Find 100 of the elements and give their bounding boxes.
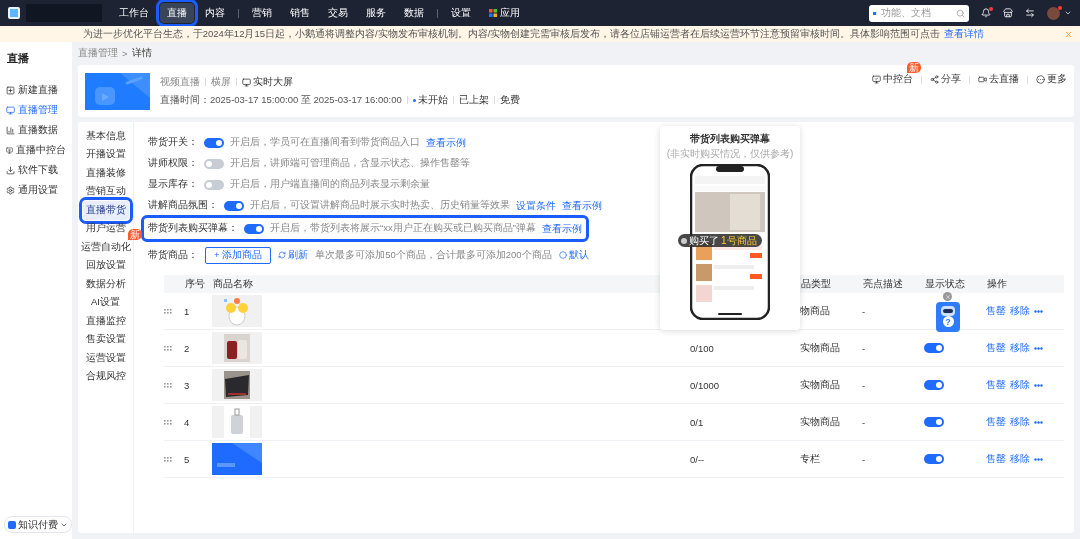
- setting-label: 带货商品：: [148, 248, 198, 262]
- nav-tab[interactable]: 设置: [444, 3, 478, 23]
- goods-hint: 单次最多可添加50个商品，合计最多可添加200个商品: [315, 248, 552, 262]
- chevron-down-icon[interactable]: [1064, 9, 1072, 17]
- nav-tab[interactable]: 数据: [397, 3, 431, 23]
- subnav-item[interactable]: 回放设置: [82, 256, 129, 275]
- more-icon[interactable]: [1034, 457, 1043, 461]
- toggle-switch[interactable]: [924, 454, 944, 464]
- toggle-switch[interactable]: [924, 417, 944, 427]
- table-cell-text: 实物商品: [800, 341, 841, 355]
- store-icon[interactable]: [1003, 8, 1013, 18]
- swap-icon[interactable]: [1025, 8, 1035, 18]
- toast-product: 1号商品: [721, 233, 757, 248]
- toggle-switch[interactable]: [204, 179, 224, 190]
- header-action[interactable]: 更多: [1036, 73, 1067, 86]
- row-action-link[interactable]: 移除: [1010, 378, 1030, 392]
- refresh-link[interactable]: 刷新: [278, 248, 309, 262]
- live-screen-link[interactable]: 实时大屏: [242, 75, 293, 89]
- toggle-switch[interactable]: [224, 200, 244, 211]
- bell-icon[interactable]: [981, 8, 991, 18]
- row-action-link[interactable]: 移除: [1010, 452, 1030, 466]
- nav-tab[interactable]: 服务: [359, 3, 393, 23]
- toggle-switch[interactable]: [244, 223, 264, 234]
- row-action-link[interactable]: 售罄: [986, 415, 1006, 429]
- sidebar-item[interactable]: 直播中控台: [0, 140, 72, 160]
- subnav-item[interactable]: 数据分析: [82, 275, 129, 294]
- breadcrumb-separator: >: [122, 47, 128, 59]
- nav-tab[interactable]: 交易: [321, 3, 355, 23]
- live-type: 视频直播: [160, 75, 200, 89]
- nav-tab[interactable]: 内容: [198, 3, 232, 23]
- plus-square-icon: [6, 85, 15, 95]
- drag-handle-icon[interactable]: [164, 419, 172, 425]
- sidebar-item[interactable]: 直播管理: [0, 100, 72, 120]
- toggle-switch[interactable]: [924, 380, 944, 390]
- subnav-item[interactable]: 开播设置: [82, 145, 129, 164]
- default-link[interactable]: 默认: [558, 248, 589, 262]
- sidebar-item[interactable]: 通用设置: [0, 180, 72, 200]
- header-action[interactable]: 去直播: [978, 73, 1019, 86]
- subnav-item[interactable]: 营销互动: [82, 182, 129, 201]
- setting-description: 开启后，用户端直播间的商品列表显示剩余量: [230, 178, 430, 191]
- setting-description: 开启后，可设置讲解商品时展示实时热卖、历史销量等效果: [250, 199, 510, 212]
- circle-icon: [558, 251, 567, 259]
- more-icon[interactable]: [1034, 309, 1043, 313]
- header-action[interactable]: 分享: [930, 73, 961, 86]
- nav-tab[interactable]: 工作台: [112, 3, 156, 23]
- example-link[interactable]: 查看示例: [541, 221, 582, 236]
- table-cell-text: 物商品: [800, 304, 831, 318]
- product-switcher[interactable]: 知识付费: [4, 516, 72, 533]
- toggle-switch[interactable]: [204, 137, 224, 148]
- row-action-link[interactable]: 售罄: [986, 378, 1006, 392]
- more-icon[interactable]: [1034, 420, 1043, 424]
- monitor-icon: [242, 77, 251, 87]
- toggle-switch[interactable]: [204, 158, 224, 169]
- column-header: 商品名称: [212, 277, 254, 291]
- column-header: 序号: [184, 277, 206, 291]
- nav-tab[interactable]: 应用: [482, 3, 527, 23]
- subnav-item[interactable]: 运营设置: [82, 349, 129, 368]
- add-goods-button[interactable]: + 添加商品: [205, 246, 272, 264]
- sidebar-item[interactable]: 直播数据: [0, 120, 72, 140]
- subnav-item[interactable]: 售卖设置: [82, 330, 129, 349]
- preview-title: 带货列表购买弹幕: [690, 132, 770, 146]
- sidebar-item[interactable]: 软件下载: [0, 160, 72, 180]
- help-assistant-button[interactable]: ?: [936, 302, 960, 332]
- row-action-link[interactable]: 售罄: [986, 341, 1006, 355]
- breadcrumb-item: 详情: [131, 46, 152, 60]
- subnav-item[interactable]: 基本信息: [82, 127, 129, 146]
- subnav-item[interactable]: 合规风控: [82, 367, 129, 386]
- row-action-link[interactable]: 移除: [1010, 304, 1030, 318]
- drag-handle-icon[interactable]: [164, 456, 172, 462]
- example-link[interactable]: 查看示例: [562, 198, 602, 213]
- drag-handle-icon[interactable]: [164, 308, 172, 314]
- subnav-item[interactable]: 直播装修: [82, 164, 129, 183]
- toast-text: 购买了: [689, 233, 719, 248]
- avatar[interactable]: [1047, 6, 1060, 20]
- drag-handle-icon[interactable]: [164, 345, 172, 351]
- header-action[interactable]: 中控台: [872, 73, 913, 86]
- details-link[interactable]: 查看详情: [944, 27, 985, 41]
- example-link[interactable]: 设置条件: [516, 198, 556, 213]
- logo-icon: [8, 520, 16, 529]
- subnav-item[interactable]: AI设置: [88, 293, 123, 312]
- row-action-link[interactable]: 售罄: [986, 452, 1006, 466]
- example-link[interactable]: 查看示例: [426, 135, 466, 150]
- more-icon[interactable]: [1034, 346, 1043, 350]
- toggle-switch[interactable]: [924, 343, 944, 353]
- subnav-item[interactable]: 用户运营: [82, 219, 129, 238]
- row-action-link[interactable]: 移除: [1010, 341, 1030, 355]
- row-action-link[interactable]: 移除: [1010, 415, 1030, 429]
- column-header: 亮点描述: [862, 277, 904, 291]
- table-cell-text: 4: [184, 416, 191, 428]
- close-icon[interactable]: [943, 292, 952, 301]
- more-icon[interactable]: [1034, 383, 1043, 387]
- subnav-item[interactable]: 直播监控: [82, 312, 129, 331]
- drag-handle-icon[interactable]: [164, 382, 172, 388]
- logo-icon: [8, 7, 20, 19]
- nav-tab[interactable]: 营销: [245, 3, 279, 23]
- setting-description: 开启后，学员可在直播间看到带货商品入口: [230, 136, 420, 149]
- row-action-link[interactable]: 售罄: [986, 304, 1006, 318]
- sidebar-item[interactable]: 新建直播: [0, 80, 72, 100]
- nav-tab[interactable]: 销售: [283, 3, 317, 23]
- table-cell-text: 3: [184, 379, 191, 391]
